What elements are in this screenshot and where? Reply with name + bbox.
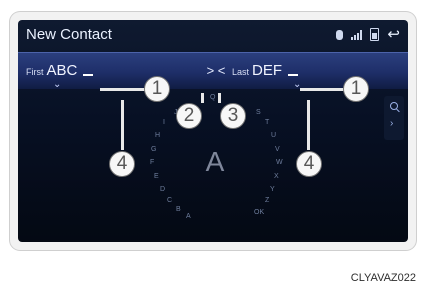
dial-letter: S <box>256 109 261 116</box>
center-letter: A <box>205 146 225 177</box>
leader-3 <box>218 93 221 103</box>
bluetooth-icon <box>336 29 344 40</box>
screen-title: New Contact <box>26 26 112 43</box>
leader-2 <box>201 93 204 103</box>
dial-letter: V <box>275 146 280 153</box>
dial-letter: E <box>154 173 159 180</box>
callout-1-left: 1 <box>144 76 170 102</box>
dial-letter: W <box>276 159 283 166</box>
figure-caption: CLYAVAZ022 <box>350 272 416 284</box>
screen: New Contact ↩ First ABC > < Last DEF ⌄ ⌄… <box>18 20 408 242</box>
callout-2: 2 <box>176 103 202 129</box>
dial-letter: H <box>155 132 161 139</box>
last-label: Last <box>232 67 250 77</box>
last-cursor <box>288 74 299 76</box>
last-value: DEF <box>252 62 283 79</box>
first-cursor <box>83 74 94 76</box>
dial-letter: T <box>265 119 270 126</box>
callout-4-left: 4 <box>109 151 135 177</box>
dial-letter: B <box>176 206 181 213</box>
dial-letter: F <box>150 159 155 166</box>
dial-letter: A <box>186 213 191 220</box>
dial-letter: Q <box>210 94 216 101</box>
leader-1b <box>300 88 344 91</box>
side-tools: › <box>384 96 404 140</box>
signal-icon <box>351 29 363 40</box>
dial-letter: I <box>163 119 165 126</box>
last-name-field[interactable]: Last DEF <box>232 62 299 79</box>
dial-letter: X <box>274 173 279 180</box>
dial-letter: U <box>271 132 277 139</box>
leader-4a <box>121 100 124 150</box>
dial-letter: C <box>167 197 173 204</box>
callout-1-right: 1 <box>343 76 369 102</box>
first-value: ABC <box>46 62 78 79</box>
leader-1a <box>100 88 145 91</box>
search-icon[interactable] <box>390 102 398 110</box>
leader-4b <box>307 100 310 150</box>
dial-letter: Y <box>270 186 275 193</box>
dial-letter: G <box>151 146 157 153</box>
character-dial[interactable]: A Q J I H G F E D C B A S T U V W X Y Z … <box>18 88 408 242</box>
battery-icon <box>370 28 380 41</box>
first-label: First <box>26 67 44 77</box>
callout-4-right: 4 <box>296 151 322 177</box>
field-switch-button[interactable]: > < <box>196 62 236 80</box>
dial-letter: Z <box>265 197 270 204</box>
dial-letter: D <box>160 186 166 193</box>
top-bar: New Contact ↩ <box>18 20 408 50</box>
dial-letter: OK <box>254 209 265 216</box>
status-area: ↩ <box>336 27 400 42</box>
first-name-field[interactable]: First ABC <box>26 62 94 79</box>
back-icon[interactable]: ↩ <box>387 27 400 42</box>
callout-3: 3 <box>220 103 246 129</box>
chevron-right-icon[interactable]: › <box>390 118 393 129</box>
